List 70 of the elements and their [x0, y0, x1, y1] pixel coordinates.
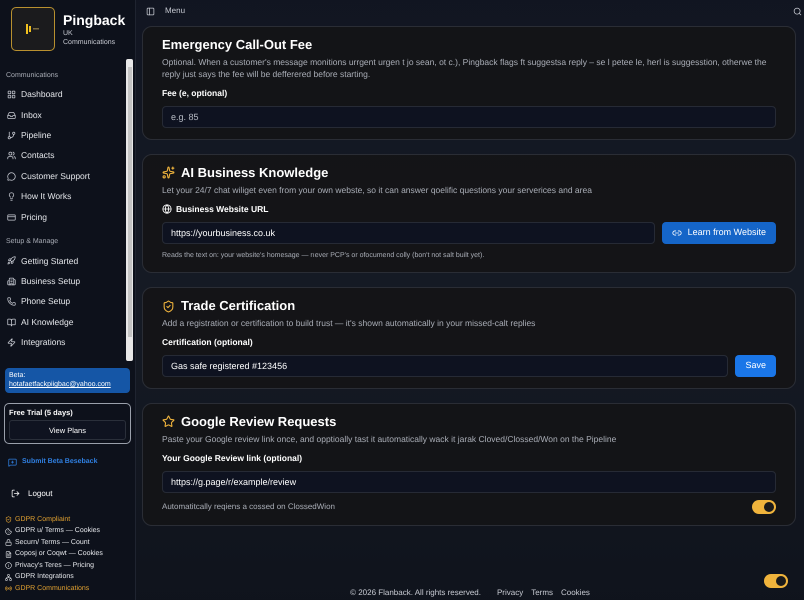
field-label: Certification (optional) [162, 336, 253, 349]
footer-link[interactable]: Terms [531, 587, 553, 599]
learn-button[interactable]: Learn from Website [662, 222, 776, 244]
text-input[interactable]: https://g.page/r/example/review [162, 470, 776, 492]
phone-icon [7, 297, 16, 306]
nav-item[interactable]: Phone Setup [6, 292, 126, 312]
card-icon [7, 212, 16, 222]
copyright-text: © 2026 Flanback. All rights reserved. [350, 587, 481, 599]
building-icon [7, 276, 16, 286]
logout-button[interactable]: Logout [11, 488, 124, 500]
field-label: Fee (e, optional) [162, 87, 228, 100]
field-label: Business Website URL [176, 202, 268, 216]
nav-item[interactable]: Contacts [6, 146, 126, 166]
field-label: Your Google Review link (optional) [162, 452, 302, 464]
nav-item[interactable]: Pipeline [6, 125, 126, 146]
toggle-switch[interactable] [764, 574, 788, 588]
card-title: AI Business Knowledge [181, 164, 328, 182]
inbox-icon [7, 110, 16, 120]
nav-item[interactable]: Business Setup [6, 271, 126, 292]
search-icon[interactable] [793, 6, 802, 16]
footer-link[interactable]: Privacy [496, 587, 524, 599]
logout-icon [11, 489, 20, 498]
users-icon [7, 151, 16, 160]
card-title: Emergency Call-Out Fee [162, 36, 312, 54]
text-input[interactable]: https://yourbusiness.co.uk [162, 222, 655, 244]
lock-icon [5, 539, 12, 546]
network-icon [5, 574, 12, 580]
fee-input[interactable]: e.g. 85 [162, 106, 776, 128]
card-title: Google Review Requests [181, 412, 336, 431]
nav-item[interactable]: Dashboard [6, 84, 126, 105]
sparkle-icon [162, 166, 175, 180]
card-description: Paste your Google review link once, and opptioally tast it automatically wack it jarak Cloved/Clossed/Won on the Pipeline [162, 432, 618, 445]
card-description: Add a registration or certification to build trust — it's shown automatically in your missed-calt replies [162, 317, 536, 329]
message-icon [8, 458, 17, 467]
card-description: Let your 24/7 chat wiliget even from your own webste, so it can answer qoelific questions your serverices and area [162, 184, 593, 196]
star-icon [162, 415, 175, 428]
document-icon [5, 550, 12, 558]
lightbulb-icon [7, 192, 16, 202]
nav-item[interactable]: Integrations [6, 332, 126, 353]
rocket-icon [7, 256, 16, 266]
grid-icon [7, 90, 16, 100]
sidebar-toggle-icon[interactable] [146, 6, 155, 16]
toggle-label: Automatitcally reqiens a cossed on ClossedWion [162, 500, 335, 512]
shield-icon [5, 516, 12, 523]
nav-item[interactable]: Getting Started [6, 250, 126, 272]
nav-item[interactable]: Customer Support [6, 166, 126, 186]
cookie-icon [5, 528, 12, 534]
shield-icon [162, 300, 175, 312]
save-button[interactable]: Save [735, 354, 776, 377]
chat-bubble-icon [7, 172, 16, 181]
card-description: Optional. When a customer's message monitions urrgent urgen t jo sean, ot c.), Pingback flags ft suggestsa reply – se l petee le, herl is suggesstion, otherwe the reply just says the fee will be defferered before starting. [162, 56, 768, 80]
lightning-icon [7, 338, 16, 347]
scrollbar[interactable] [126, 59, 133, 361]
brand-name: Pingback [63, 12, 126, 28]
menu-label: Menu [165, 5, 186, 17]
link-icon [672, 228, 682, 238]
radio-icon [5, 585, 12, 592]
toggle-switch[interactable] [752, 500, 776, 514]
globe-icon [162, 204, 172, 214]
book-icon [7, 318, 16, 327]
text-input[interactable]: Gas safe registered #123456 [162, 354, 728, 377]
footer-link[interactable]: Cookies [560, 587, 590, 599]
nav-item[interactable]: Pricing [6, 206, 126, 228]
nav-item[interactable]: Inbox [6, 104, 126, 126]
nav-item[interactable]: AI Knowledge [6, 312, 126, 332]
branch-icon [7, 130, 16, 140]
nav-item[interactable]: How It Works [6, 186, 126, 207]
card-title: Trade Certification [181, 297, 296, 315]
logo-icon [11, 7, 55, 51]
info-icon [5, 562, 12, 569]
